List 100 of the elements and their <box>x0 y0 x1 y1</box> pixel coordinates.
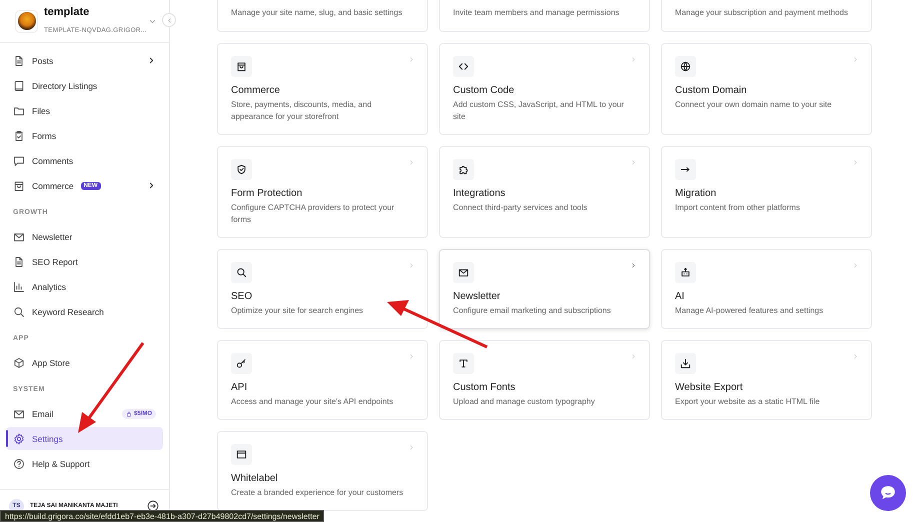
chevron-right-icon <box>852 262 859 269</box>
card-description: Access and manage your site's API endpoints <box>231 396 394 408</box>
sidebar-item[interactable]: Keyword Research <box>6 300 163 323</box>
letter-t-icon <box>458 358 469 369</box>
settings-card[interactable]: Whitelabel Create a branded experience for your customers <box>217 431 428 511</box>
sidebar-item[interactable]: SEO Report <box>6 250 163 273</box>
settings-card[interactable]: SEO Optimize your site for search engines <box>217 249 428 329</box>
envelope-icon <box>13 230 25 242</box>
lock-icon <box>126 410 132 416</box>
card-title: Integrations <box>453 188 506 200</box>
settings-card[interactable]: API Access and manage your site's API endpoints <box>217 340 428 420</box>
card-description: Add custom CSS, JavaScript, and HTML to your site <box>453 99 625 123</box>
bag-icon <box>236 61 247 72</box>
card-description: Manage your site name, slug, and basic settings <box>231 7 404 19</box>
book-icon <box>13 80 25 92</box>
card-title: AI <box>675 291 686 303</box>
chevron-right-icon <box>630 56 637 63</box>
card-title: Commerce <box>231 85 281 97</box>
chevron-right-icon <box>408 262 415 269</box>
code-icon <box>458 61 469 72</box>
browser-window-icon <box>236 449 247 460</box>
status-bar-url: https://build.grigora.co/site/efdd1eb7-eb3e-481b-a307-d27b49802cd7/settings/newsletter <box>0 510 324 522</box>
settings-card[interactable]: Invite team members and manage permissions <box>439 0 650 32</box>
chevron-right-icon <box>408 444 415 451</box>
settings-icon <box>13 432 25 444</box>
globe-icon <box>680 61 691 72</box>
card-title: Custom Code <box>453 85 516 97</box>
chevron-right-icon <box>852 353 859 360</box>
card-title: SEO <box>231 291 254 303</box>
card-description: Manage AI-powered features and settings <box>675 305 824 317</box>
card-description: Store, payments, discounts, media, and appearance for your storefront <box>231 99 373 123</box>
download-icon <box>680 358 691 369</box>
settings-card[interactable]: Custom Code Add custom CSS, JavaScript, and HTML to your site <box>439 43 650 135</box>
card-title: Website Export <box>675 382 744 394</box>
clipboard-icon <box>13 130 25 142</box>
card-title: API <box>231 382 248 394</box>
chat-bubble-icon <box>13 154 25 166</box>
sidebar-item[interactable]: Directory Listings <box>6 74 163 97</box>
card-description: Manage your subscription and payment methods <box>675 7 849 19</box>
card-description: Invite team members and manage permissions <box>453 7 620 19</box>
sidebar-item[interactable]: App Store <box>6 351 163 374</box>
logout-button[interactable] <box>147 500 159 512</box>
card-title: Whitelabel <box>231 473 279 485</box>
robot-icon <box>680 267 691 278</box>
site-logo <box>15 10 38 32</box>
help-icon <box>13 458 25 470</box>
card-title: Migration <box>675 188 718 200</box>
settings-card[interactable]: AI Manage AI-powered features and settings <box>661 249 872 329</box>
sidebar-item[interactable]: Newsletter <box>6 225 163 248</box>
shield-icon <box>236 164 247 175</box>
chevron-right-icon <box>408 353 415 360</box>
card-description: Configure CAPTCHA providers to protect your forms <box>231 202 396 226</box>
settings-card[interactable]: Integrations Connect third-party services and tools <box>439 146 650 238</box>
card-description: Create a branded experience for your customers <box>231 487 404 499</box>
card-title: Newsletter <box>453 291 502 303</box>
chevron-right-icon <box>408 159 415 166</box>
search-icon <box>236 267 247 278</box>
card-description: Import content from other platforms <box>675 202 801 214</box>
chevron-right-icon <box>630 353 637 360</box>
sidebar-item[interactable]: Settings <box>6 427 163 450</box>
settings-card[interactable]: Custom Fonts Upload and manage custom typography <box>439 340 650 420</box>
card-title: Custom Fonts <box>453 382 516 394</box>
bag-icon <box>13 180 25 192</box>
sidebar-item[interactable]: Files <box>6 99 163 122</box>
chevron-left-icon <box>166 16 172 24</box>
sidebar-item[interactable]: Posts <box>6 49 163 72</box>
settings-card[interactable]: Newsletter Configure email marketing and subscriptions <box>439 249 650 329</box>
card-description: Upload and manage custom typography <box>453 396 596 408</box>
logout-icon <box>147 500 159 512</box>
settings-card[interactable]: Manage your subscription and payment methods <box>661 0 872 32</box>
card-title: Custom Domain <box>675 85 748 97</box>
card-description: Optimize your site for search engines <box>231 305 364 317</box>
sidebar-item[interactable]: Help & Support <box>6 452 163 475</box>
chevron-right-icon <box>630 262 637 269</box>
sidebar-item[interactable]: Analytics <box>6 275 163 298</box>
sidebar-item[interactable]: Forms <box>6 124 163 147</box>
settings-card[interactable]: Form Protection Configure CAPTCHA providers to protect your forms <box>217 146 428 238</box>
envelope-icon <box>13 408 25 420</box>
sidebar-item[interactable]: Comments <box>6 149 163 172</box>
card-title: Form Protection <box>231 188 304 200</box>
puzzle-icon <box>458 164 469 175</box>
document-icon <box>13 256 25 268</box>
card-description: Connect third-party services and tools <box>453 202 588 214</box>
folder-icon <box>13 104 25 116</box>
settings-card[interactable]: Migration Import content from other platforms <box>661 146 872 238</box>
envelope-icon <box>458 267 469 278</box>
settings-card[interactable]: Manage your site name, slug, and basic settings <box>217 0 428 32</box>
chevron-right-icon <box>852 159 859 166</box>
bar-chart-icon <box>13 280 25 292</box>
chat-button[interactable] <box>870 475 906 511</box>
card-description: Configure email marketing and subscriptions <box>453 305 612 317</box>
card-description: Export your website as a static HTML file <box>675 396 821 408</box>
settings-card[interactable]: Website Export Export your website as a static HTML file <box>661 340 872 420</box>
settings-card[interactable]: Commerce Store, payments, discounts, media, and appearance for your storefront <box>217 43 428 135</box>
chevron-right-icon <box>630 159 637 166</box>
search-icon <box>13 306 25 318</box>
settings-card[interactable]: Custom Domain Connect your own domain name to your site <box>661 43 872 135</box>
site-name: template <box>44 6 90 18</box>
key-icon <box>236 358 247 369</box>
chevron-right-icon <box>852 56 859 63</box>
